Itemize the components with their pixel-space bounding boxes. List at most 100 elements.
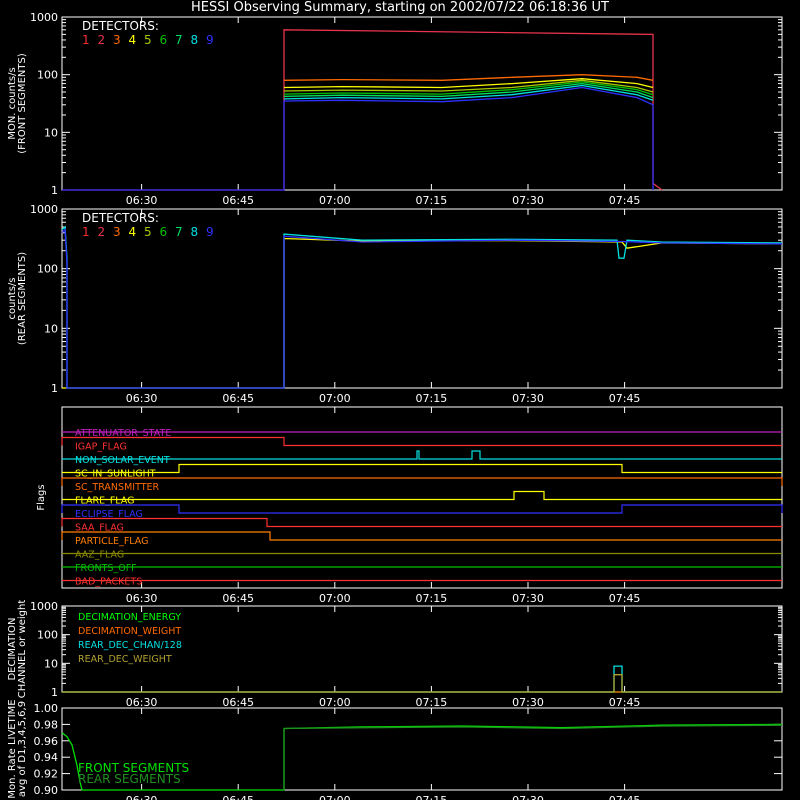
y-axis-label: (FRONT SEGMENTS)	[17, 53, 28, 154]
y-tick-label: 100	[37, 69, 58, 82]
legend-entry: 8	[191, 225, 199, 239]
flag-line-saa-flag	[61, 517, 782, 528]
y-tick-label: 1	[51, 686, 58, 699]
legend-entry: 2	[98, 33, 106, 47]
series-line-rear-segments	[283, 724, 783, 790]
x-tick-label: 07:30	[512, 194, 544, 207]
y-tick-label: 10	[44, 126, 58, 139]
y-tick-label: 1000	[30, 11, 58, 24]
legend-entry: REAR SEGMENTS	[78, 772, 181, 786]
x-tick-label: 07:00	[319, 194, 351, 207]
y-tick-label: 100	[37, 629, 58, 642]
x-tick-label: 07:00	[319, 392, 351, 405]
x-tick-label: 06:45	[222, 592, 254, 605]
legend-entry: REAR_DEC_WEIGHT	[78, 654, 172, 665]
series-line-8	[61, 225, 783, 389]
x-tick-label: 06:45	[222, 794, 254, 800]
y-tick-label: 1	[51, 184, 58, 197]
observing-summary-figure: 06:30 06:45 07:00 07:15 07:30 07:451101001000…	[7, 11, 783, 800]
legend-entry: 3	[113, 225, 121, 239]
flag-label: AAZ_FLAG	[75, 550, 124, 561]
y-axis-label: Flags	[36, 484, 47, 510]
y-tick-label: 0.92	[34, 768, 59, 781]
x-tick-label: 07:15	[416, 194, 448, 207]
series-line-rear-dec-weight	[62, 674, 782, 693]
x-tick-label: 07:45	[609, 194, 641, 207]
flag-line-particle-flag	[61, 531, 782, 541]
y-tick-label: 10	[44, 657, 58, 670]
x-tick-label: 07:15	[416, 392, 448, 405]
x-tick-label: 06:30	[126, 392, 158, 405]
x-tick-label: 07:15	[416, 696, 448, 709]
x-tick-label: 07:45	[609, 592, 641, 605]
legend-entry: 9	[206, 225, 214, 239]
y-tick-label: 1	[51, 382, 58, 395]
x-tick-label: 07:45	[609, 696, 641, 709]
y-tick-label: 0.98	[34, 718, 59, 731]
x-tick-label: 07:30	[512, 794, 544, 800]
x-tick-label: 07:30	[512, 696, 544, 709]
x-tick-label: 06:30	[126, 194, 158, 207]
y-axis-label: CHANNEL or weight	[17, 600, 28, 699]
y-tick-label: 1000	[30, 600, 58, 613]
x-tick-label: 07:45	[609, 392, 641, 405]
y-axis-label: (REAR SEGMENTS)	[17, 252, 28, 345]
legend-entry: 6	[160, 33, 168, 47]
legend-entry: DECIMATION_WEIGHT	[78, 626, 181, 637]
panel-decimation: 06:30 06:45 07:00 07:15 07:30 07:45 1 10 100 1000…	[7, 600, 783, 709]
flag-label: BAD_PACKETS	[75, 577, 142, 588]
series-line-9	[62, 86, 654, 191]
x-tick-label: 06:30	[126, 592, 158, 605]
legend-entry: 6	[160, 225, 168, 239]
x-tick-label: 07:15	[416, 794, 448, 800]
x-tick-label: 07:00	[319, 794, 351, 800]
panel-rear: 06:30 06:45 07:00 07:15 07:30 07:45 1 10 100 1000…	[7, 203, 783, 405]
flag-line-sc-transmitter	[61, 477, 783, 486]
x-tick-label: 07:30	[512, 592, 544, 605]
panel-front: 06:30 06:45 07:00 07:15 07:30 07:45 1 10 100 1000…	[7, 11, 783, 207]
x-tick-label: 06:30	[126, 696, 158, 709]
legend-entry: 3	[113, 33, 121, 47]
flag-label: IGAP_FLAG	[75, 442, 127, 453]
x-tick-label: 06:30	[126, 794, 158, 800]
x-tick-label: 06:45	[222, 392, 254, 405]
legend-entry: 4	[129, 225, 137, 239]
flag-label: SC_TRANSMITTER	[75, 482, 160, 493]
series-line-rear-dec-chan-128	[62, 665, 782, 693]
flag-line-sc-in-sunlight	[62, 463, 782, 474]
y-tick-label: 1.00	[34, 702, 59, 715]
plot-frame	[61, 16, 783, 191]
legend-entry: 5	[144, 225, 152, 239]
y-tick-label: 1000	[30, 203, 58, 216]
x-tick-label: 06:45	[222, 194, 254, 207]
legend-entry: 9	[206, 33, 214, 47]
x-tick-label: 07:00	[319, 696, 351, 709]
legend-title: DETECTORS:	[82, 19, 159, 33]
flag-line-flare-flag	[62, 490, 782, 501]
legend-entry: 7	[175, 33, 183, 47]
y-tick-label: 100	[37, 263, 58, 276]
panel-livetime: 06:30 06:45 07:00 07:15 07:30 07:45 0.90 0.92 0.…	[7, 699, 783, 800]
x-tick-label: 07:45	[609, 794, 641, 800]
y-axis-label: avg of D1,3,4,5,6,9	[17, 701, 28, 797]
x-tick-label: 07:30	[512, 392, 544, 405]
flag-line-non-solar-event	[62, 450, 782, 460]
series-line-4	[62, 237, 783, 389]
plot-frame	[61, 208, 783, 389]
panel-flags: 06:30 06:45 07:00 07:15 07:30 07:45FlagsATTEN…	[36, 406, 783, 605]
series-line-9	[61, 228, 783, 389]
legend-entry: 4	[129, 33, 137, 47]
legend-entry: 2	[98, 225, 106, 239]
legend-entry: 5	[144, 33, 152, 47]
x-tick-label: 06:45	[222, 696, 254, 709]
flag-label: FRONTS_OFF	[75, 563, 137, 574]
x-tick-label: 07:15	[416, 592, 448, 605]
y-tick-label: 0.96	[34, 735, 59, 748]
legend-entry: 1	[82, 225, 90, 239]
legend-entry: 1	[82, 33, 90, 47]
y-tick-label: 0.94	[34, 751, 59, 764]
flag-label: NON_SOLAR_EVENT	[75, 455, 170, 466]
legend-entry: REAR_DEC_CHAN/128	[78, 640, 182, 651]
legend-entry: 7	[175, 225, 183, 239]
flag-line-eclipse-flag	[61, 504, 783, 514]
